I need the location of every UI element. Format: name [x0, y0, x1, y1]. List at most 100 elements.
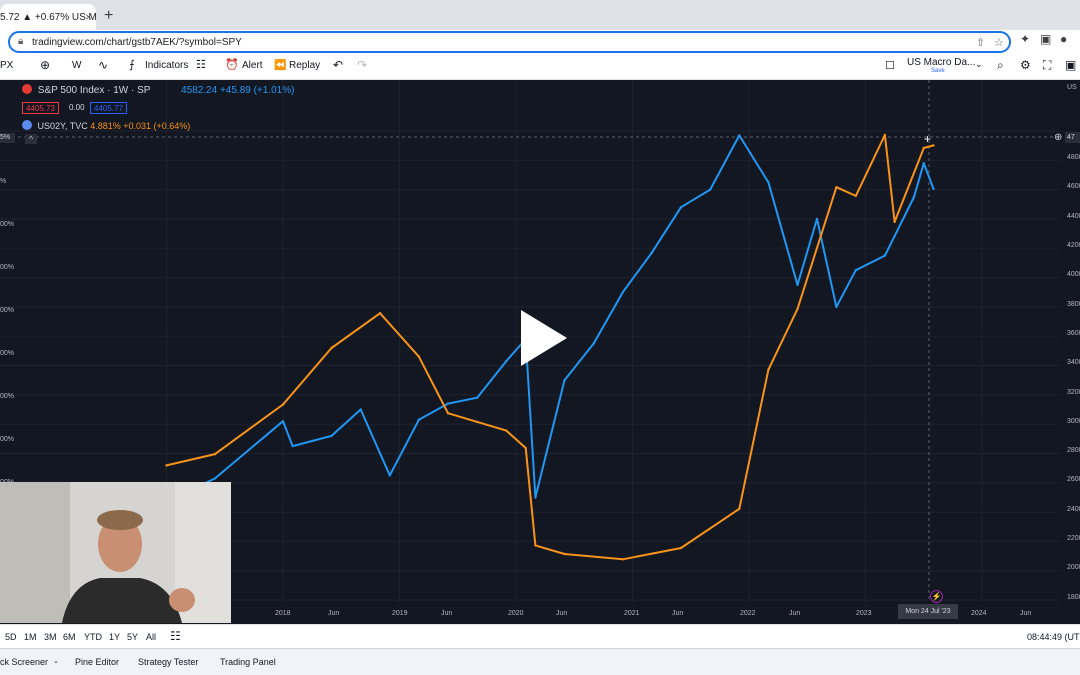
right-axis-tick: 4200	[1067, 241, 1080, 249]
data-point	[679, 546, 683, 550]
data-point	[679, 206, 683, 209]
left-axis-tick: 00%	[0, 307, 15, 314]
sell-price-button[interactable]: 4405.73	[22, 102, 59, 114]
data-point	[854, 269, 857, 272]
video-play-icon[interactable]	[521, 310, 567, 366]
data-point	[893, 220, 896, 224]
left-axis-price-tag: 5%	[0, 133, 15, 143]
data-point	[330, 346, 333, 350]
right-axis-tick: 3400	[1067, 359, 1080, 367]
left-axis-tick: 00%	[0, 264, 15, 271]
buy-price-button[interactable]: 4405.77	[90, 102, 127, 114]
secondary-series-title: US02Y, TVC	[37, 121, 88, 131]
right-axis-tick: 1800	[1067, 593, 1080, 601]
time-axis-tick: 2022	[740, 610, 756, 617]
right-axis-tick: 2400	[1067, 505, 1080, 513]
data-point	[446, 412, 450, 415]
range-button-6m[interactable]: 6M	[63, 632, 76, 642]
url-input[interactable]: 🔒︎ tradingview.com/chart/gstb7AEK/?symbo…	[8, 31, 1011, 53]
legend-collapse-button[interactable]: ^	[25, 134, 37, 144]
right-axis-top-label: US	[1067, 84, 1077, 91]
data-point	[922, 162, 925, 165]
range-button-1y[interactable]: 1Y	[109, 632, 120, 642]
panel-tab[interactable]: Trading Panel	[220, 657, 276, 667]
date-range-calendar-icon[interactable]: ☷	[170, 629, 181, 643]
data-point	[534, 544, 537, 547]
browser-tab-bar: 5.72 ▲ +0.67% US M × +	[0, 0, 1080, 30]
browser-tab[interactable]: 5.72 ▲ +0.67% US M ×	[0, 4, 96, 30]
compare-add-icon[interactable]: ⊕	[40, 58, 50, 72]
right-axis-tick: 2200	[1067, 535, 1080, 543]
data-point	[835, 186, 838, 189]
bottom-panel-tabs: ck Screener Pine Editor Strategy Tester Tra…	[0, 648, 1080, 675]
screener-dropdown-icon[interactable]: ⌄	[53, 657, 59, 665]
right-axis-tick: 2000	[1067, 564, 1080, 572]
right-axis-tick: 3000	[1067, 417, 1080, 425]
range-button-ytd[interactable]: YTD	[84, 632, 102, 642]
time-axis-tick: 2024	[971, 610, 987, 617]
right-axis-tick: 4400	[1067, 212, 1080, 220]
layout-dropdown-icon[interactable]: ⌄	[975, 59, 983, 70]
new-tab-button[interactable]: +	[104, 7, 113, 25]
main-series-legend[interactable]: S&P 500 Index · 1W · SP 4582.24 +45.89 (…	[22, 84, 294, 96]
redo-icon[interactable]: ↷	[357, 58, 367, 72]
data-point	[476, 420, 479, 424]
data-point	[505, 429, 508, 432]
range-button-5d[interactable]: 5D	[5, 632, 17, 642]
interval-button[interactable]: W	[72, 60, 81, 71]
quick-search-icon[interactable]: ⌕	[997, 58, 1004, 73]
time-axis-tick: Jun	[556, 610, 568, 617]
alert-button[interactable]: Alert	[242, 60, 263, 71]
panel-tab[interactable]: ck Screener	[0, 657, 48, 667]
clock-timezone[interactable]: 08:44:49 (UT	[1027, 632, 1080, 642]
time-axis-tick: 2019	[392, 610, 408, 617]
alert-icon: ⏰	[225, 59, 239, 71]
bookmark-star-icon[interactable]: ☆	[994, 36, 1004, 49]
data-point	[767, 181, 770, 184]
symbol-search[interactable]: PX	[0, 60, 13, 71]
left-axis-tick: 00%	[0, 221, 15, 228]
spread-value: 0.00	[69, 103, 85, 112]
secondary-series-legend[interactable]: US02Y, TVC 4.881% +0.031 (+0.64%)	[22, 120, 190, 131]
profile-icon[interactable]: ●	[1060, 32, 1067, 46]
lock-icon: 🔒︎	[18, 36, 24, 47]
templates-icon[interactable]: ☷	[196, 58, 206, 71]
time-axis-tick: Jun	[328, 610, 340, 617]
range-button-3m[interactable]: 3M	[44, 632, 57, 642]
range-button-all[interactable]: All	[146, 632, 156, 642]
crosshair-add-icon[interactable]: ⊕	[1054, 132, 1062, 143]
left-axis-tick: %	[0, 178, 7, 185]
webcam-overlay	[0, 482, 231, 623]
left-axis-tick: 00%	[0, 350, 15, 357]
data-point	[476, 396, 479, 399]
chart-type-icon[interactable]: ∿	[98, 58, 108, 72]
panel-tab[interactable]: Strategy Tester	[138, 657, 198, 667]
data-point	[883, 254, 887, 257]
data-point	[378, 312, 382, 315]
left-axis-tick: 00%	[0, 393, 15, 400]
settings-gear-icon[interactable]: ⚙	[1020, 58, 1031, 72]
data-point	[213, 452, 217, 456]
indicators-button[interactable]: Indicators	[145, 60, 188, 71]
panel-tab[interactable]: Pine Editor	[75, 657, 119, 667]
extensions-icon[interactable]: ✦	[1020, 32, 1030, 46]
tab-close-icon[interactable]: ×	[85, 10, 92, 24]
data-point	[417, 418, 421, 421]
range-button-1m[interactable]: 1M	[24, 632, 37, 642]
fullscreen-icon[interactable]: ⛶	[1043, 58, 1051, 73]
sidebar-icon[interactable]: ▣	[1040, 32, 1051, 46]
save-label[interactable]: Save	[931, 68, 945, 74]
layout-name[interactable]: US Macro Da...	[907, 57, 975, 68]
sp-source-icon	[22, 84, 32, 94]
right-axis-tick: 4600	[1067, 183, 1080, 191]
screenshot-camera-icon[interactable]: ▣	[1065, 58, 1076, 72]
undo-icon[interactable]: ↶	[333, 58, 343, 72]
data-point	[738, 507, 741, 510]
replay-button[interactable]: Replay	[289, 60, 320, 71]
event-marker-icon[interactable]: ⚡	[930, 590, 943, 603]
time-axis-tick: Jun	[1020, 610, 1032, 617]
range-button-5y[interactable]: 5Y	[127, 632, 138, 642]
time-axis-tick: 2023	[856, 610, 872, 617]
share-icon[interactable]: ⇧	[976, 36, 985, 49]
time-axis-tick: Jun	[441, 610, 453, 617]
